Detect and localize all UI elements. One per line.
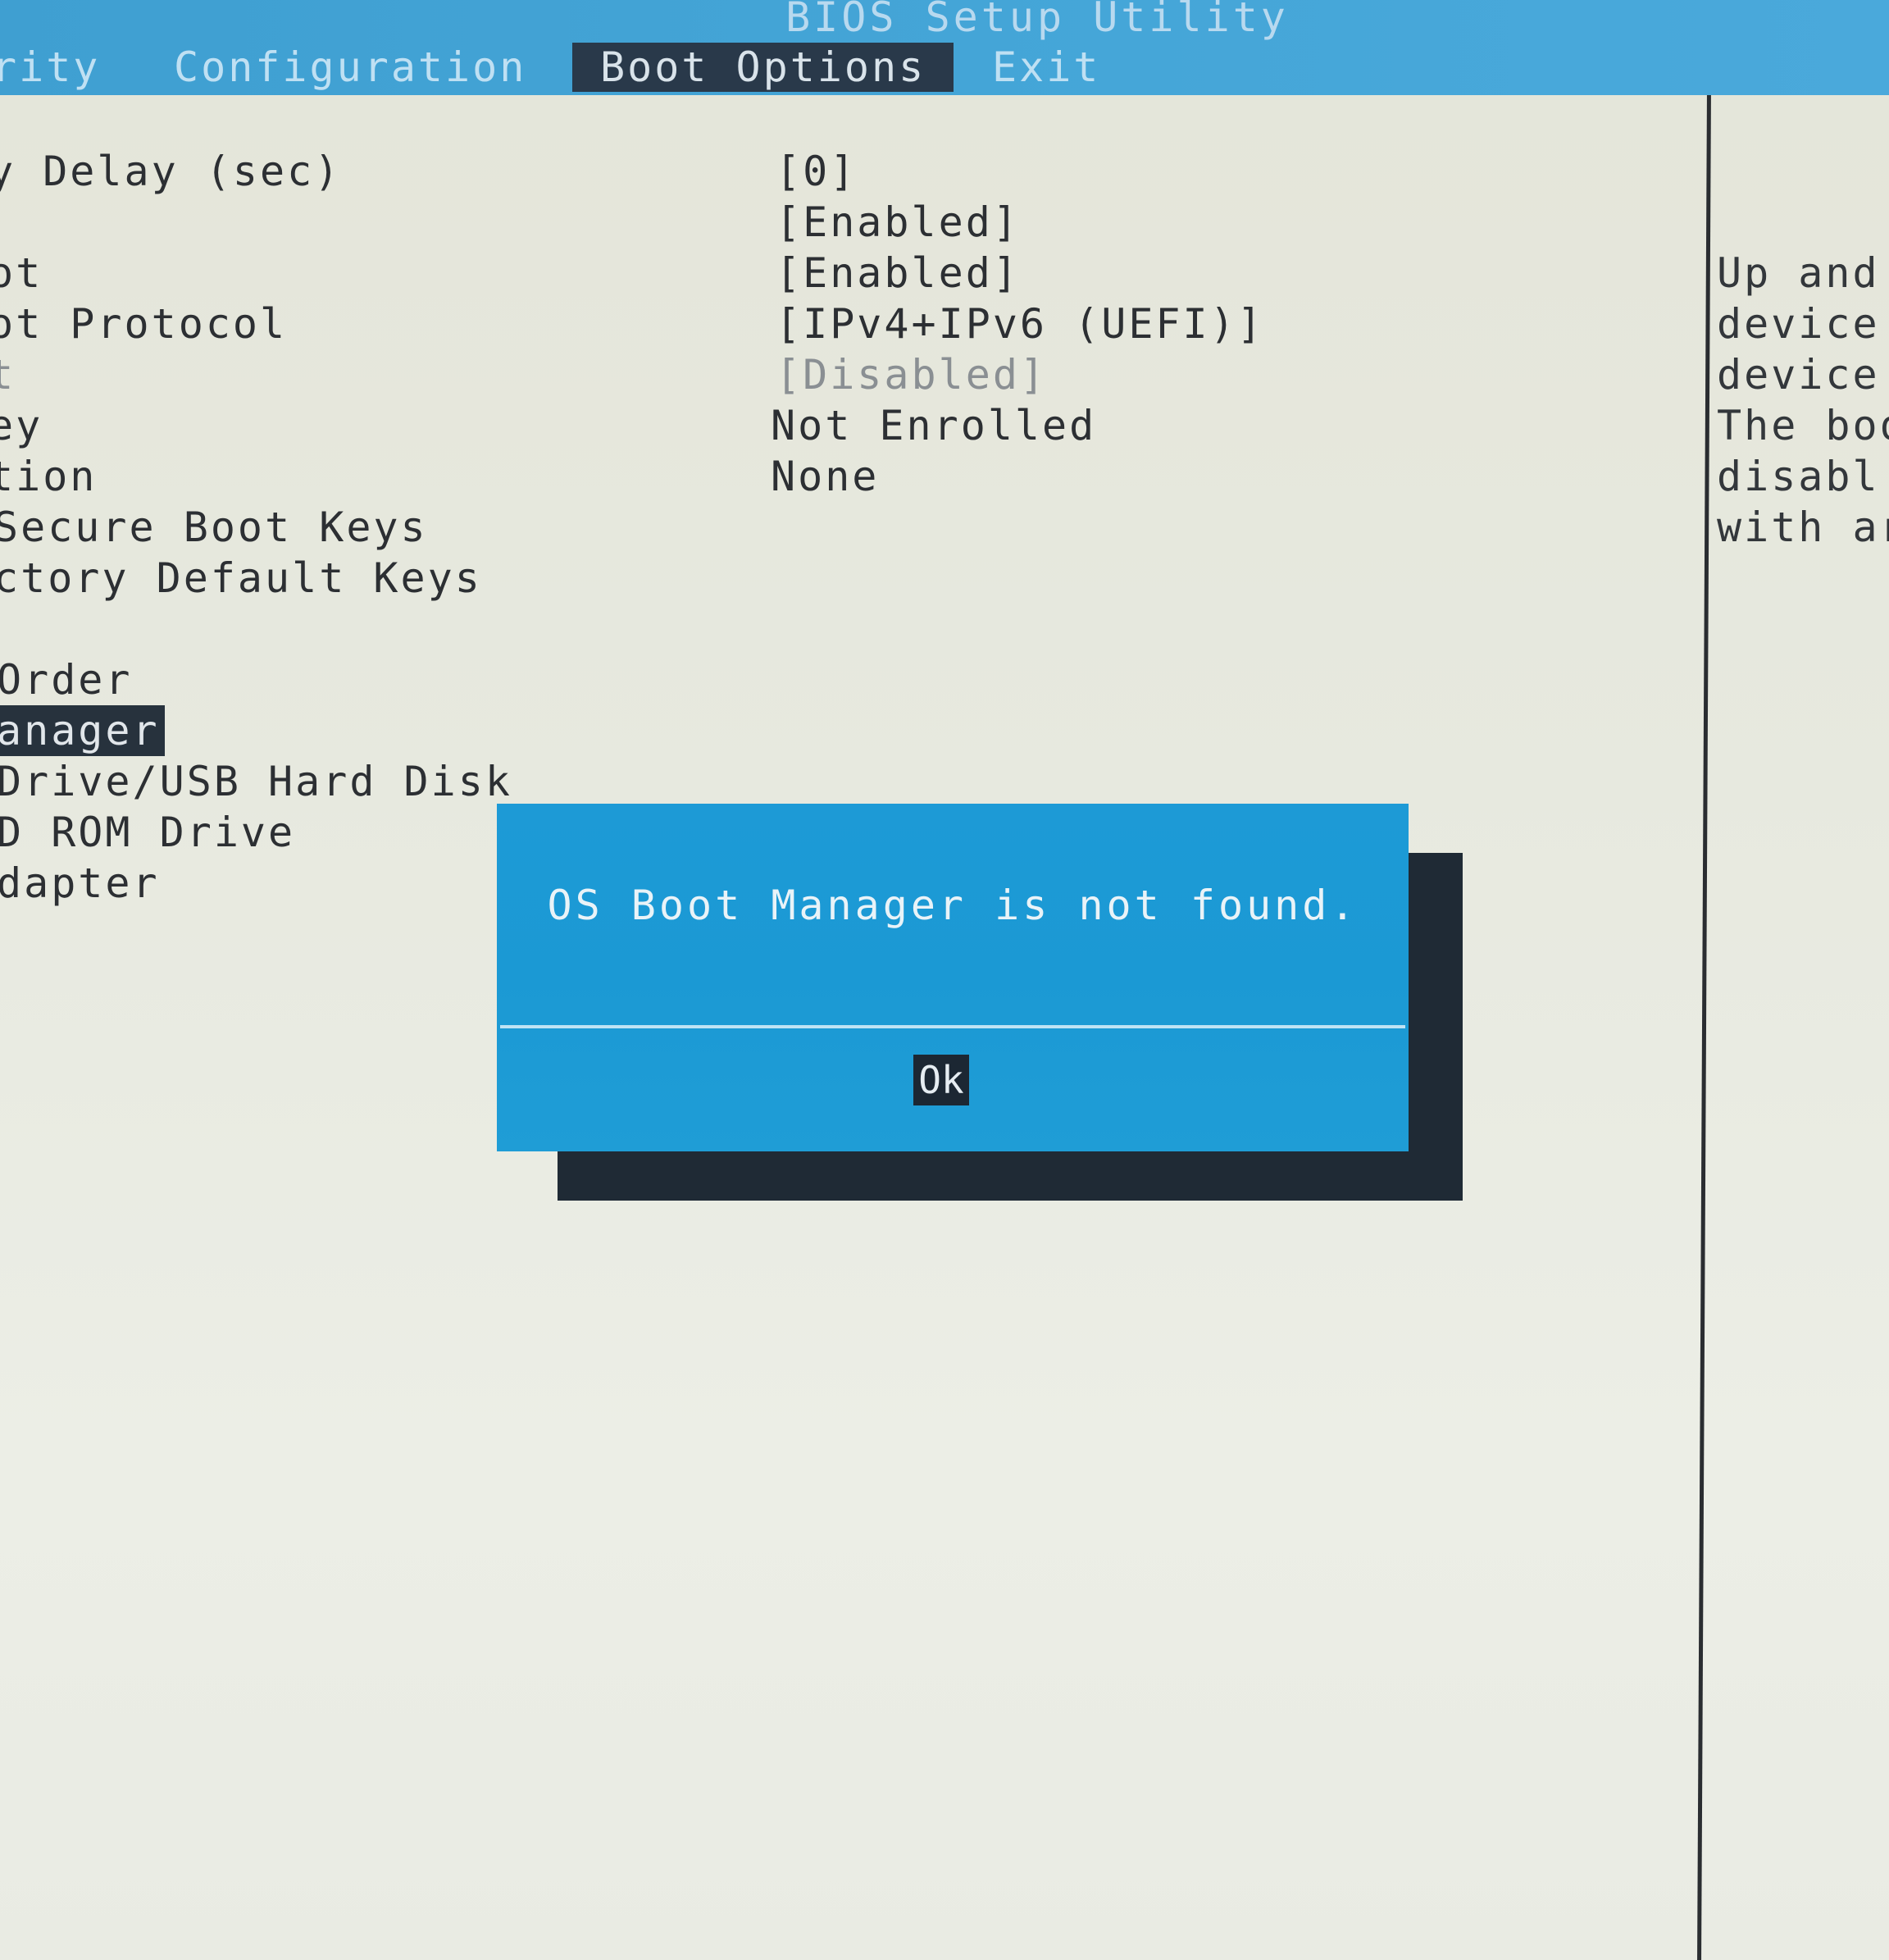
menu-item-cd-rom-drive[interactable]: D ROM Drive [0,807,295,858]
help-line: The boo [1717,402,1889,449]
help-panel-divider [1697,95,1711,1960]
menu-item-pxe-boot-protocol[interactable]: ot Protocol [0,299,287,349]
dialog-separator [500,1025,1405,1028]
help-line: Up and [1717,249,1880,297]
bios-screen: BIOS Setup Utility rity Configuration Bo… [0,0,1889,1960]
help-line: device [1717,300,1880,348]
menu-item-secure-boot: t [0,351,16,399]
value-platform-key: Not Enrolled [771,402,1097,449]
value-pxe-boot-protocol[interactable]: [IPv4+IPv6 (UEFI)] [776,299,1264,349]
tab-security[interactable]: rity [0,43,100,92]
help-line: disabl [1717,453,1880,500]
ok-button[interactable]: Ok [913,1055,969,1105]
value-pxe-boot[interactable]: [Enabled] [776,248,1020,299]
value-secure-boot-option: None [771,453,880,500]
help-line: with ar [1717,504,1889,551]
value-secure-boot: [Disabled] [776,351,1048,399]
bios-title: BIOS Setup Utility [785,0,1289,41]
value-option-enabled-1[interactable]: [Enabled] [776,197,1020,248]
menu-item-network-adapter[interactable]: dapter [0,858,160,909]
menu-item-restore-factory-default-keys[interactable]: ctory Default Keys [0,553,482,604]
dialog-message: OS Boot Manager is not found. [547,882,1359,929]
menu-item-boot-delay[interactable]: y Delay (sec) [0,146,341,197]
menu-item-boot-order[interactable]: Order [0,654,133,705]
tab-boot-options[interactable]: Boot Options [572,43,954,92]
menu-item-os-boot-manager[interactable]: anager [0,705,165,756]
menu-item-platform-key: ey [0,402,43,449]
menu-item-usb-hard-disk[interactable]: Drive/USB Hard Disk [0,756,512,807]
value-boot-delay[interactable]: [0] [776,146,857,197]
menu-item-delete-secure-boot-keys[interactable]: Secure Boot Keys [0,502,428,553]
header-bar: BIOS Setup Utility rity Configuration Bo… [0,0,1889,95]
tab-exit[interactable]: Exit [992,43,1100,92]
help-line: device [1717,351,1880,399]
menu-item-pxe-boot[interactable]: ot [0,248,43,299]
menu-item-secure-boot-option: tion [0,453,98,500]
tab-configuration[interactable]: Configuration [174,43,526,92]
error-dialog: OS Boot Manager is not found. Ok [497,804,1409,1151]
